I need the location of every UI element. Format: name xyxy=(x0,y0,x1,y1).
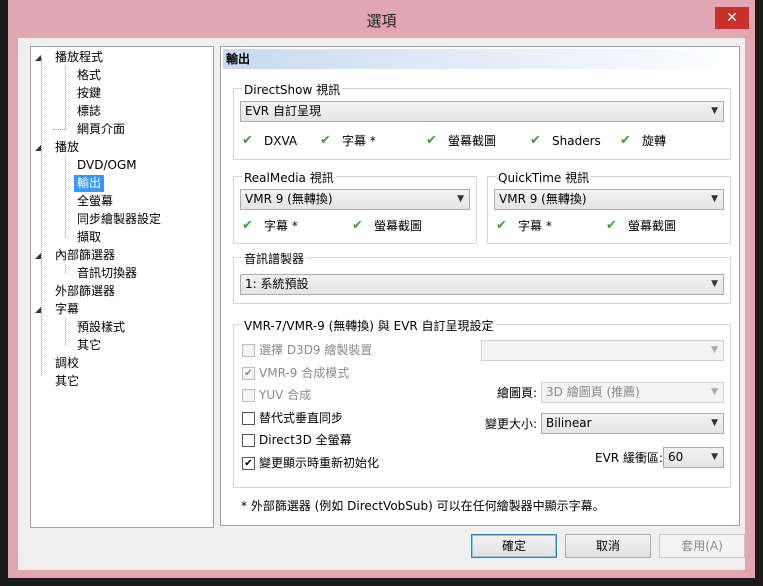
tree-guide xyxy=(65,318,66,345)
tree-item-keys[interactable]: 按鍵 xyxy=(77,85,101,102)
evr-buffer-select[interactable]: 60 ▼ xyxy=(663,447,724,468)
tree-item-audio-switcher[interactable]: 音訊切換器 xyxy=(77,265,137,282)
quicktime-group: QuickTime 視訊 VMR 9 (無轉換) ▼ ✔ 字幕 * ✔ 螢幕截圖 xyxy=(487,169,731,244)
realmedia-label: RealMedia 視訊 xyxy=(242,169,336,186)
tree-guide xyxy=(53,129,67,130)
tree-item-fullscreen[interactable]: 全螢幕 xyxy=(77,193,113,210)
directshow-group: DirectShow 視訊 EVR 自訂呈現 ▼ ✔ DXVA ✔ 字幕 * ✔… xyxy=(233,81,731,160)
surface-select[interactable]: 3D 繪圖頁 (推薦) ▼ xyxy=(541,382,724,403)
tree-item-tweaks[interactable]: 調校 xyxy=(55,355,79,372)
directshow-label: DirectShow 視訊 xyxy=(242,81,343,98)
audio-renderer-group: 音訊譜製器 1: 系統預設 ▼ xyxy=(233,250,731,304)
cancel-button[interactable]: 取消 xyxy=(565,534,651,558)
tree-item-subtitle-misc[interactable]: 其它 xyxy=(77,337,101,354)
chevron-down-icon: ▼ xyxy=(711,387,718,397)
close-button[interactable]: ✕ xyxy=(715,7,749,29)
directshow-select[interactable]: EVR 自訂呈現 ▼ xyxy=(240,101,724,122)
vmr-settings-group: VMR-7/VMR-9 (無轉換) 與 EVR 自訂呈現設定 選擇 D3D9 繪… xyxy=(233,317,731,488)
tree-item-external-filters[interactable]: 外部篩選器 xyxy=(55,283,115,300)
chevron-down-icon: ▼ xyxy=(711,452,718,462)
check-icon: ✔ xyxy=(242,133,253,148)
check-icon: ✔ xyxy=(352,218,363,233)
ok-button[interactable]: 確定 xyxy=(471,534,557,558)
tree-guide xyxy=(41,58,42,376)
chevron-down-icon: ▼ xyxy=(711,279,718,289)
audio-renderer-label: 音訊譜製器 xyxy=(242,250,307,267)
collapse-icon[interactable]: ◢ xyxy=(35,49,49,66)
tree-item-subtitles[interactable]: ◢ 字幕 xyxy=(31,301,211,318)
tree-guide xyxy=(65,264,66,273)
check-icon: ✔ xyxy=(320,133,331,148)
tree-guide xyxy=(65,156,66,237)
external-filter-note: * 外部篩選器 (例如 DirectVobSub) 可以在任何繪製器中顯示字幕。 xyxy=(241,499,605,513)
resize-select[interactable]: Bilinear ▼ xyxy=(541,413,724,434)
output-panel: 輸出 DirectShow 視訊 EVR 自訂呈現 ▼ ✔ DXVA ✔ 字幕 … xyxy=(220,46,740,526)
realmedia-group: RealMedia 視訊 VMR 9 (無轉換) ▼ ✔ 字幕 * ✔ 螢幕截圖 xyxy=(233,169,477,244)
tree-guide xyxy=(65,66,66,129)
vmr-settings-label: VMR-7/VMR-9 (無轉換) 與 EVR 自訂呈現設定 xyxy=(242,317,496,334)
tree-item-player[interactable]: ◢ 播放程式 xyxy=(31,49,211,66)
quicktime-select[interactable]: VMR 9 (無轉換) ▼ xyxy=(494,189,724,210)
quicktime-label: QuickTime 視訊 xyxy=(496,169,592,186)
dialog-client: ◢ 播放程式 格式 按鍵 標誌 網頁介面 ◢ 播放 DVD/OGM 輸出 全螢幕… xyxy=(18,38,745,570)
tree-item-logo[interactable]: 標誌 xyxy=(77,103,101,120)
check-icon: ✔ xyxy=(530,133,541,148)
surface-label: 繪圖頁: xyxy=(497,386,538,400)
collapse-icon[interactable]: ◢ xyxy=(35,247,49,264)
evr-buffer-label: EVR 緩衝區: xyxy=(595,451,663,465)
resize-label: 變更大小: xyxy=(485,417,538,431)
check-icon: ✔ xyxy=(620,133,631,148)
d3d9-device-select[interactable]: ▼ xyxy=(481,340,724,361)
check-icon: ✔ xyxy=(242,367,255,380)
options-tree[interactable]: ◢ 播放程式 格式 按鍵 標誌 網頁介面 ◢ 播放 DVD/OGM 輸出 全螢幕… xyxy=(30,46,214,528)
check-icon: ✔ xyxy=(606,218,617,233)
check-icon: ✔ xyxy=(496,218,507,233)
tree-item-sync-renderer[interactable]: 同步繪製器設定 xyxy=(77,211,161,228)
check-icon: ✔ xyxy=(242,218,253,233)
tree-item-capture[interactable]: 擷取 xyxy=(77,229,101,246)
chevron-down-icon: ▼ xyxy=(711,194,718,204)
tree-item-formats[interactable]: 格式 xyxy=(77,67,101,84)
apply-button[interactable]: 套用(A) xyxy=(659,534,745,558)
window-title: 選項 xyxy=(366,12,397,30)
tree-item-misc[interactable]: 其它 xyxy=(55,373,79,390)
options-dialog: 選項 ✕ ◢ 播放程式 格式 按鍵 標誌 網頁介面 ◢ 播放 DVD/OGM 輸… xyxy=(8,0,755,578)
realmedia-select[interactable]: VMR 9 (無轉換) ▼ xyxy=(240,189,470,210)
audio-renderer-select[interactable]: 1: 系統預設 ▼ xyxy=(240,274,724,295)
tree-item-output[interactable]: 輸出 xyxy=(74,175,105,192)
chevron-down-icon: ▼ xyxy=(711,418,718,428)
collapse-icon[interactable]: ◢ xyxy=(35,139,49,156)
tree-item-internal-filters[interactable]: ◢ 內部篩選器 xyxy=(31,247,211,264)
tree-item-web-interface[interactable]: 網頁介面 xyxy=(77,121,125,138)
tree-item-dvd-ogm[interactable]: DVD/OGM xyxy=(77,157,137,174)
chevron-down-icon: ▼ xyxy=(711,345,718,355)
chevron-down-icon: ▼ xyxy=(711,106,718,116)
tree-item-playback[interactable]: ◢ 播放 xyxy=(31,139,211,156)
title-bar[interactable]: 選項 ✕ xyxy=(8,0,755,38)
collapse-icon[interactable]: ◢ xyxy=(35,301,49,318)
chevron-down-icon: ▼ xyxy=(457,194,464,204)
page-title: 輸出 xyxy=(223,49,737,69)
check-icon: ✔ xyxy=(242,457,255,470)
check-icon: ✔ xyxy=(426,133,437,148)
tree-item-default-style[interactable]: 預設樣式 xyxy=(77,319,125,336)
